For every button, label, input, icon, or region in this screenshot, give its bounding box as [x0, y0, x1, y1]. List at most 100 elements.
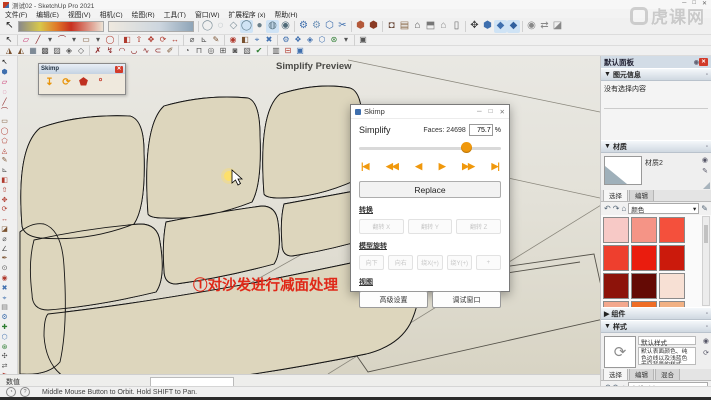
move-tool-icon[interactable]: ✥: [468, 20, 481, 33]
advanced-settings-button[interactable]: 高级设置: [359, 291, 428, 308]
menu-item[interactable]: 帮助(H): [275, 9, 298, 19]
component-tool-icon[interactable]: ⬡: [0, 332, 9, 342]
collapse-icon[interactable]: ▶: [604, 310, 609, 318]
nav-first-icon[interactable]: |◀: [361, 161, 368, 172]
rectangle-tool-icon[interactable]: ▭: [80, 36, 92, 45]
smooth-tool-icon[interactable]: ◈: [63, 46, 75, 55]
pushpull-tool-icon[interactable]: ◧: [121, 36, 133, 45]
tool-icon[interactable]: ◎: [205, 46, 217, 55]
collection-dropdown[interactable]: 颜色 ▾: [628, 203, 699, 214]
sample-paint-icon[interactable]: ✎: [701, 204, 708, 213]
time-scale-strip[interactable]: [108, 21, 194, 32]
nav-fastforward-icon[interactable]: ▶▶: [462, 161, 474, 172]
nav-rewind-icon[interactable]: ◀◀: [386, 161, 398, 172]
menu-item[interactable]: 窗口(W): [195, 9, 220, 19]
color-swatch[interactable]: [631, 301, 657, 307]
freehand-tool-icon[interactable]: ✗: [92, 46, 104, 55]
pushpull-tool-icon[interactable]: ⇧: [133, 36, 145, 45]
color-swatch[interactable]: [631, 245, 657, 271]
style-name[interactable]: 默认样式: [638, 336, 696, 345]
arc-tool-icon[interactable]: ⌒: [0, 107, 9, 117]
textured-view-icon[interactable]: ◍: [266, 20, 279, 33]
menu-item[interactable]: 文件(F): [5, 9, 27, 19]
tool-icon[interactable]: ▧: [241, 46, 253, 55]
tool-icon[interactable]: ⊓: [193, 46, 205, 55]
rotate-tool-icon[interactable]: ⟳: [0, 205, 9, 215]
tray-header[interactable]: 默认面板 ◉ ✕: [601, 56, 711, 68]
dropdown-arrow-icon[interactable]: ▾: [92, 36, 104, 45]
nav-last-icon[interactable]: ▶|: [491, 161, 498, 172]
eraser-tool-icon[interactable]: ▱: [0, 78, 9, 88]
component-tool-icon[interactable]: ⬡: [323, 20, 336, 33]
nav-back-icon[interactable]: ◀: [415, 161, 421, 172]
tool-icon[interactable]: ▥: [270, 46, 282, 55]
sandbox-tool-icon[interactable]: ◭: [15, 46, 27, 55]
orbit-tool-icon[interactable]: ⌖: [0, 293, 9, 303]
back-edges-view-icon[interactable]: ◌: [214, 20, 227, 33]
dropdown-arrow-icon[interactable]: ▾: [340, 36, 352, 45]
collapse-icon[interactable]: ▼: [604, 323, 611, 330]
protractor-icon[interactable]: ∠: [0, 244, 9, 254]
color-swatch[interactable]: [603, 301, 629, 307]
su-tool-icon[interactable]: ▣: [294, 46, 306, 55]
wall-tool-icon[interactable]: ◘: [385, 20, 398, 33]
pushpull-tool-icon[interactable]: ◧: [0, 176, 9, 186]
protractor-icon[interactable]: ⊾: [198, 36, 210, 45]
close-icon[interactable]: ✕: [699, 58, 708, 66]
circle-tool-icon[interactable]: ◯: [0, 127, 9, 137]
add-tool-icon[interactable]: ✚: [0, 323, 9, 333]
style-description[interactable]: 默认表面颜色、纯色边线以及浅蓝色天空背景的样式。: [638, 347, 696, 365]
house-tool-icon[interactable]: ⌂: [437, 20, 450, 33]
eye-tool-icon[interactable]: ◉: [525, 20, 538, 33]
menu-item[interactable]: 相机(C): [100, 9, 123, 19]
view-tool-icon[interactable]: ◪: [551, 20, 564, 33]
grid-tool-icon[interactable]: ▦: [27, 46, 39, 55]
material-thumbnail[interactable]: [604, 156, 642, 185]
sandbox-tool-icon[interactable]: ◮: [3, 46, 15, 55]
skimp-dialog[interactable]: Skimp ─ □ ✕ Simplify Faces: 24698 % |◀◀◀…: [350, 104, 510, 292]
axes-tool-icon[interactable]: ⊾: [0, 166, 9, 176]
scale-tool-icon[interactable]: ↔: [0, 215, 9, 225]
dropdown-arrow-icon[interactable]: ▾: [44, 36, 56, 45]
mesh-tool-icon[interactable]: ⬢: [481, 20, 494, 33]
text-tool-icon[interactable]: ✒: [0, 254, 9, 264]
dropdown-arrow-icon[interactable]: ▾: [68, 36, 80, 45]
color-swatch[interactable]: [659, 301, 685, 307]
layout-tool-icon[interactable]: ▣: [357, 36, 369, 45]
select-tool-icon[interactable]: ↖: [0, 58, 9, 68]
plugin-tool-icon[interactable]: ⊛: [0, 342, 9, 352]
color-swatch[interactable]: [659, 245, 685, 271]
draw-tool-icon[interactable]: ✐: [164, 46, 176, 55]
update-style-icon[interactable]: ⟳: [703, 349, 709, 357]
shaded-view-icon[interactable]: ●: [253, 20, 266, 33]
pane-icon[interactable]: ▫: [706, 144, 708, 150]
skimp-options-icon[interactable]: °: [94, 76, 107, 89]
pan-tool-icon[interactable]: ✖: [0, 283, 9, 293]
pan-tool-icon[interactable]: ✖: [263, 36, 275, 45]
plugin-tool-icon[interactable]: ❖: [292, 36, 304, 45]
close-icon[interactable]: ✕: [115, 66, 123, 73]
select-tool-icon[interactable]: ↖: [3, 20, 16, 33]
move-tool-icon[interactable]: ✥: [145, 36, 157, 45]
wall-tool-icon[interactable]: ▤: [398, 20, 411, 33]
collapse-icon[interactable]: ▼: [604, 71, 611, 78]
menu-item[interactable]: 视图(V): [68, 9, 91, 19]
xray-view-icon[interactable]: ◯: [201, 20, 214, 33]
arc-tool-icon[interactable]: ⌒: [56, 36, 68, 45]
wireframe-view-icon[interactable]: ◇: [227, 20, 240, 33]
menu-item[interactable]: 编辑(E): [36, 9, 59, 19]
collapse-icon[interactable]: ▼: [604, 143, 611, 150]
menu-item[interactable]: 绘图(R): [132, 9, 155, 19]
solid-tool-icon[interactable]: ⬢: [367, 20, 380, 33]
mesh-tool-icon[interactable]: ◆: [494, 20, 507, 33]
plugin-tool-icon[interactable]: ⊛: [328, 36, 340, 45]
curve-tool-icon[interactable]: ⊂: [152, 46, 164, 55]
entity-info-header[interactable]: ▼ 图元信息 ▫: [601, 68, 711, 81]
skimp-toolbar-titlebar[interactable]: Skimp ✕: [39, 64, 125, 74]
text-tool-icon[interactable]: ✎: [210, 36, 222, 45]
stamp-tool-icon[interactable]: ◇: [75, 46, 87, 55]
spline-tool-icon[interactable]: ∿: [140, 46, 152, 55]
tool-icon[interactable]: ◔: [181, 46, 193, 55]
skimp-dialog-titlebar[interactable]: Skimp ─ □ ✕: [351, 105, 509, 119]
polygon-tool-icon[interactable]: ⬠: [0, 136, 9, 146]
